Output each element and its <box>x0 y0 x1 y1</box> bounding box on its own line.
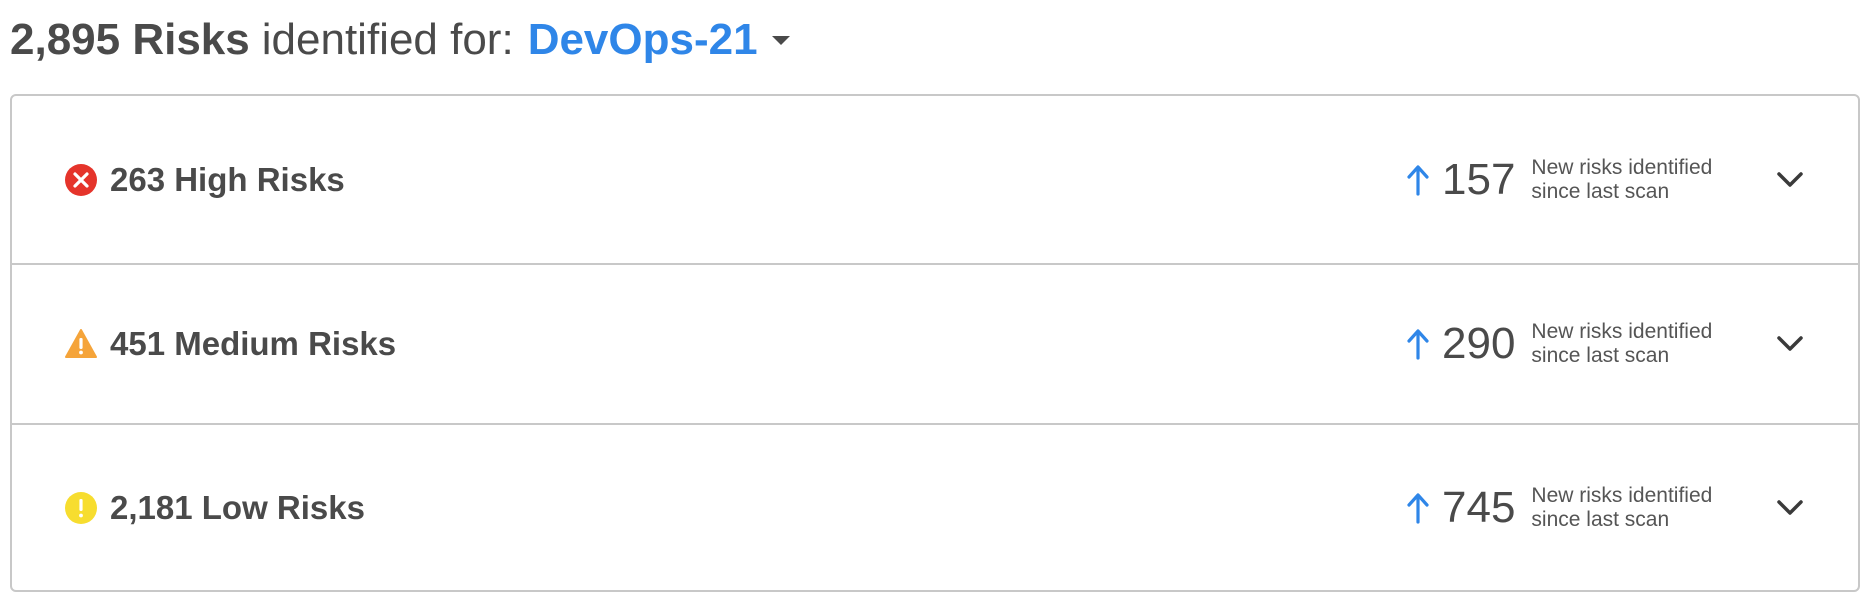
severity-label-group: 263 High Risks <box>64 161 345 199</box>
new-risks-note: New risks identified since last scan <box>1531 484 1751 532</box>
new-risks-count: 157 <box>1442 154 1516 204</box>
arrow-up-icon <box>1404 162 1432 198</box>
risk-row-medium[interactable]: 451 Medium Risks 290 New risks identifie… <box>12 263 1858 423</box>
severity-label-group: 2,181 Low Risks <box>64 489 365 527</box>
note-line-2: since last scan <box>1531 179 1670 203</box>
warning-triangle-icon <box>64 327 98 361</box>
project-name[interactable]: DevOps-21 <box>528 15 758 65</box>
new-risks-group: 290 New risks identified since last scan <box>1404 319 1751 369</box>
project-selector-dropdown[interactable]: DevOps-21 <box>528 15 790 65</box>
note-line-1: New risks identified <box>1531 483 1713 507</box>
new-risks-group: 745 New risks identified since last scan <box>1404 483 1751 533</box>
caret-down-icon[interactable] <box>771 35 790 45</box>
chevron-down-icon[interactable] <box>1772 162 1808 198</box>
risk-summary-panel: 263 High Risks 157 New risks identified … <box>10 94 1860 592</box>
note-line-1: New risks identified <box>1531 155 1713 179</box>
error-circle-icon <box>64 163 98 197</box>
new-risks-count: 745 <box>1442 482 1516 532</box>
risk-row-high[interactable]: 263 High Risks 157 New risks identified … <box>12 96 1858 263</box>
severity-label-group: 451 Medium Risks <box>64 325 396 363</box>
total-risks-count: 2,895 Risks <box>10 15 250 64</box>
risk-row-low[interactable]: 2,181 Low Risks 745 New risks identified… <box>12 423 1858 590</box>
info-circle-icon <box>64 491 98 525</box>
low-risks-label: 2,181 Low Risks <box>110 488 365 526</box>
new-risks-note: New risks identified since last scan <box>1531 156 1751 204</box>
note-line-2: since last scan <box>1531 507 1670 531</box>
page-header: 2,895 Risks identified for: DevOps-21 <box>10 10 790 70</box>
new-risks-note: New risks identified since last scan <box>1531 320 1751 368</box>
chevron-down-icon[interactable] <box>1772 490 1808 526</box>
identified-for-label: identified for: <box>261 15 514 64</box>
new-risks-count: 290 <box>1442 319 1516 368</box>
high-risks-label: 263 High Risks <box>110 160 345 198</box>
arrow-up-icon <box>1404 490 1432 526</box>
chevron-down-icon[interactable] <box>1772 326 1808 362</box>
note-line-2: since last scan <box>1531 344 1670 367</box>
arrow-up-icon <box>1404 326 1432 362</box>
medium-risks-label: 451 Medium Risks <box>110 325 397 362</box>
note-line-1: New risks identified <box>1531 320 1713 343</box>
new-risks-group: 157 New risks identified since last scan <box>1404 155 1751 205</box>
